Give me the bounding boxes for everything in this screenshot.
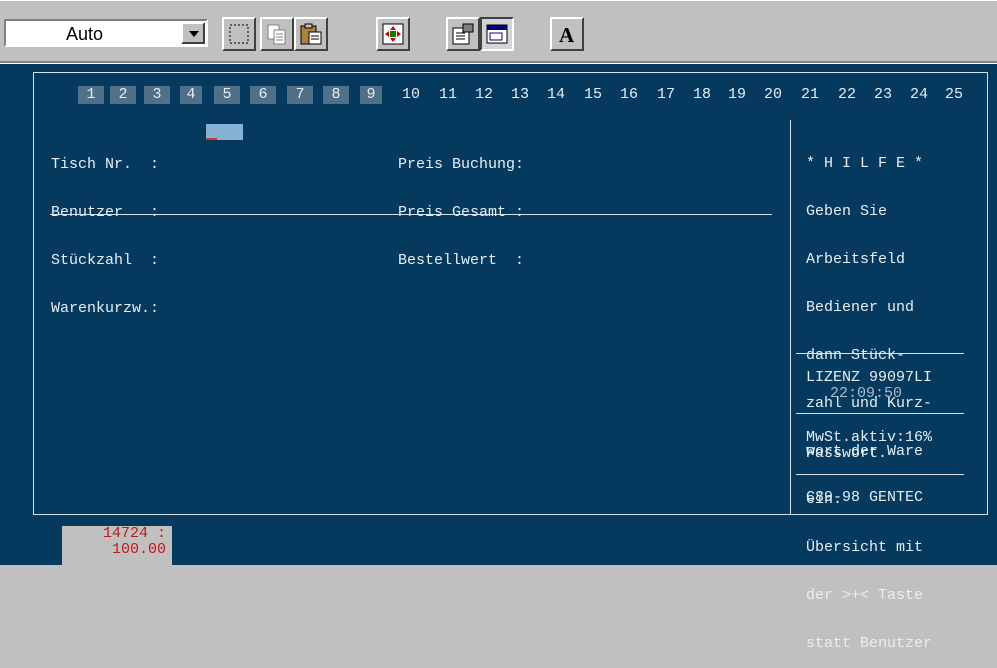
table-number-23[interactable]: 23 — [868, 86, 898, 104]
table-number-11[interactable]: 11 — [433, 86, 463, 104]
label-preis-gesamt: Preis Gesamt : — [398, 204, 525, 221]
help-line: Bediener und — [806, 299, 915, 316]
background-icon — [486, 24, 508, 44]
toolbar: Auto A — [0, 0, 997, 65]
table-number-12[interactable]: 12 — [469, 86, 499, 104]
table-number-24[interactable]: 24 — [904, 86, 934, 104]
table-number-10[interactable]: 10 — [396, 86, 426, 104]
label-preis-buchung: Preis Buchung: — [398, 156, 525, 173]
status-box: 14724 : 100.00 — [62, 526, 172, 565]
table-number-6[interactable]: 6 — [250, 86, 276, 104]
table-number-7[interactable]: 7 — [287, 86, 313, 104]
select-icon — [229, 24, 249, 44]
help-line: Übersicht mit — [806, 539, 924, 556]
font-size-select[interactable]: Auto — [4, 19, 208, 47]
status-line-2: 100.00 — [111, 541, 166, 558]
font-button[interactable]: A — [550, 17, 584, 51]
form-divider — [50, 214, 772, 215]
help-line: statt Benutzer — [806, 635, 933, 652]
help-line: der >+< Taste — [806, 587, 924, 604]
password-text: Passwort. — [806, 445, 888, 462]
table-number-25[interactable]: 25 — [939, 86, 969, 104]
font-size-value: Auto — [66, 24, 104, 44]
select-button[interactable] — [222, 17, 256, 51]
license-text: LIZENZ 99097LI — [806, 369, 933, 386]
properties-icon — [452, 23, 474, 45]
table-number-15[interactable]: 15 — [578, 86, 608, 104]
tisch-nr-input[interactable] — [206, 124, 243, 140]
form-labels-right: Preis Buchung: Preis Gesamt : Bestellwer… — [398, 125, 524, 285]
table-number-22[interactable]: 22 — [832, 86, 862, 104]
clock-text: 22:09:50 — [830, 385, 903, 402]
label-benutzer: Benutzer : — [51, 204, 160, 221]
status-line-1: 14724 : — [102, 525, 166, 542]
table-number-21[interactable]: 21 — [795, 86, 825, 104]
svg-text:A: A — [559, 23, 575, 46]
help-line: dann Stück- — [806, 347, 906, 364]
table-number-18[interactable]: 18 — [687, 86, 717, 104]
form-labels-left: Tisch Nr. : Benutzer : Stückzahl : Waren… — [51, 125, 159, 333]
help-divider — [790, 120, 791, 515]
table-number-1[interactable]: 1 — [78, 86, 104, 104]
label-warenkurzw: Warenkurzw.: — [51, 300, 160, 317]
mwst-text: MwSt.aktiv:16% — [806, 429, 933, 446]
label-bestellwert: Bestellwert : — [398, 252, 525, 269]
table-number-3[interactable]: 3 — [144, 86, 170, 104]
table-number-2[interactable]: 2 — [110, 86, 136, 104]
font-icon: A — [559, 23, 575, 46]
table-number-13[interactable]: 13 — [505, 86, 535, 104]
copyright-text: C89-98 GENTEC — [806, 489, 924, 506]
properties-button[interactable] — [446, 17, 480, 51]
label-tisch-nr: Tisch Nr. : — [51, 156, 160, 173]
table-number-4[interactable]: 4 — [180, 86, 202, 104]
help-line: Arbeitsfeld — [806, 251, 906, 268]
table-number-8[interactable]: 8 — [323, 86, 349, 104]
table-number-20[interactable]: 20 — [758, 86, 788, 104]
help-line: Geben Sie — [806, 203, 888, 220]
chevron-down-icon[interactable] — [181, 22, 205, 44]
table-number-5[interactable]: 5 — [214, 86, 240, 104]
fullscreen-button[interactable] — [376, 17, 410, 51]
table-number-19[interactable]: 19 — [722, 86, 752, 104]
help-line: * H I L F E * — [806, 155, 924, 172]
table-number-9[interactable]: 9 — [360, 86, 382, 104]
label-stueckzahl: Stückzahl : — [51, 252, 160, 269]
table-number-14[interactable]: 14 — [541, 86, 571, 104]
copy-icon — [267, 24, 286, 45]
copy-button[interactable] — [260, 17, 294, 51]
table-number-17[interactable]: 17 — [651, 86, 681, 104]
paste-icon — [300, 23, 322, 45]
background-button[interactable] — [480, 17, 514, 51]
paste-button[interactable] — [294, 17, 328, 51]
table-number-16[interactable]: 16 — [614, 86, 644, 104]
fullscreen-icon — [382, 23, 404, 45]
